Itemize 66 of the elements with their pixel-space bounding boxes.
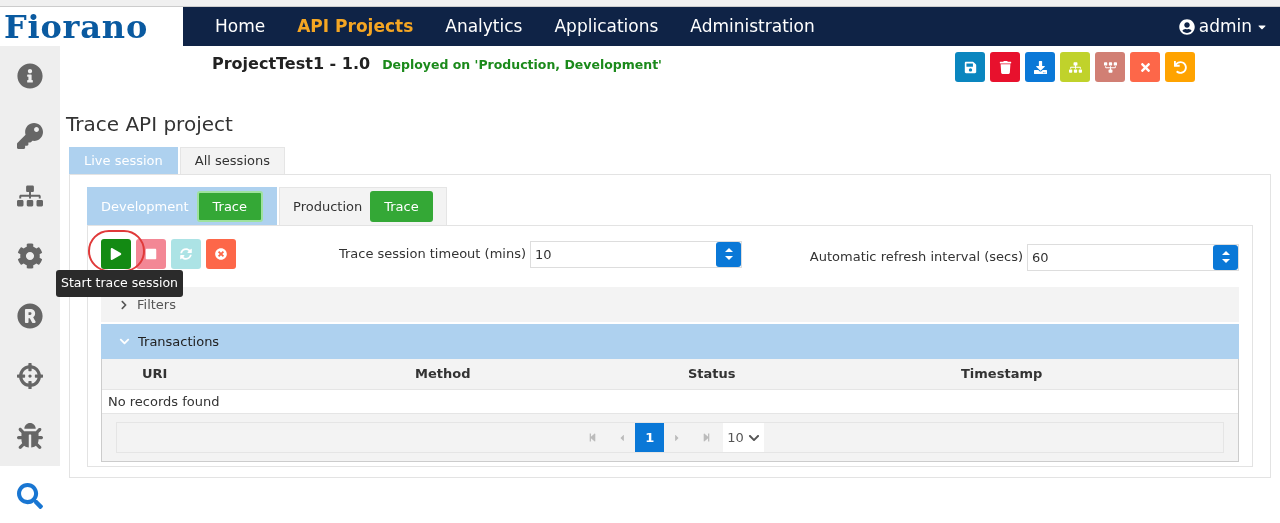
undo-icon	[1173, 60, 1187, 74]
hierarchy-icon	[1068, 60, 1082, 74]
save-button[interactable]	[955, 52, 985, 82]
crosshair-icon	[17, 363, 43, 389]
nav-link[interactable]: Analytics	[445, 13, 523, 40]
field-label: Trace session timeout (mins)	[338, 245, 526, 264]
reverse-hierarchy-icon	[1103, 60, 1117, 74]
nav-link[interactable]: Applications	[554, 13, 659, 40]
key-icon	[17, 123, 43, 149]
sidebar-item[interactable]	[0, 406, 60, 466]
spinner-button[interactable]	[716, 241, 741, 267]
project-title: ProjectTest1 - 1.0	[212, 53, 371, 75]
deployment-status: Deployed on 'Production, Development'	[382, 56, 662, 74]
nav-link[interactable]: Home	[215, 13, 266, 40]
flow-icon	[17, 183, 43, 209]
play-button[interactable]	[101, 239, 131, 269]
column-header: Status	[688, 366, 736, 382]
stop-icon	[145, 248, 157, 260]
download-button[interactable]	[1025, 52, 1055, 82]
play-icon	[110, 248, 122, 260]
spinner-button[interactable]	[1213, 244, 1238, 270]
up-down-arrows-icon	[723, 246, 734, 262]
page-title: Trace API project	[65, 111, 234, 138]
nav-link[interactable]: API Projects	[297, 13, 414, 40]
nav-link[interactable]: Administration	[690, 13, 815, 40]
tab[interactable]: All sessions	[179, 147, 285, 174]
number-field[interactable]: 60	[1027, 243, 1239, 271]
tooltip: Start trace session	[56, 270, 184, 297]
delete-button[interactable]	[990, 52, 1020, 82]
refresh-icon	[180, 248, 192, 260]
close-icon	[1138, 60, 1152, 74]
search-icon	[17, 483, 43, 509]
number-field[interactable]: 10	[530, 240, 742, 268]
environment-label: Development	[101, 197, 189, 216]
column-header: URI	[142, 366, 168, 382]
registered-icon	[17, 303, 43, 329]
transactions-label: Transactions	[138, 332, 220, 351]
filters-label: Filters	[137, 295, 176, 314]
page-button[interactable]: 1	[635, 423, 665, 452]
info-icon	[17, 63, 43, 89]
bug-icon	[17, 423, 43, 449]
up-down-arrows-icon	[1220, 249, 1231, 265]
field-value: 60	[1031, 248, 1050, 267]
clear-button[interactable]	[206, 239, 236, 269]
column-header: Timestamp	[961, 366, 1043, 382]
field-label: Automatic refresh interval (secs)	[809, 248, 1023, 267]
user-icon	[1178, 18, 1195, 35]
settings-icon	[17, 243, 43, 269]
reverse-hierarchy-button[interactable]	[1095, 52, 1125, 82]
clear-icon	[215, 248, 227, 260]
environment-tab[interactable]: Production Trace	[279, 187, 447, 225]
close-button[interactable]	[1130, 52, 1160, 82]
filters-header[interactable]: Filters	[101, 287, 1239, 322]
logo: Fiorano	[4, 10, 149, 43]
column-header: Method	[415, 366, 471, 382]
save-icon	[963, 60, 977, 74]
page-size-select[interactable]: 10	[723, 423, 764, 452]
empty-message: No records found	[108, 392, 220, 411]
user-menu[interactable]: admin	[1178, 13, 1268, 40]
sidebar-item[interactable]	[0, 46, 60, 106]
delete-icon	[998, 60, 1012, 74]
environment-label: Production	[293, 197, 363, 216]
transactions-header[interactable]: Transactions	[101, 324, 1239, 359]
download-icon	[1033, 60, 1047, 74]
field-value: 10	[534, 245, 553, 264]
chevron-down-icon	[119, 336, 130, 347]
